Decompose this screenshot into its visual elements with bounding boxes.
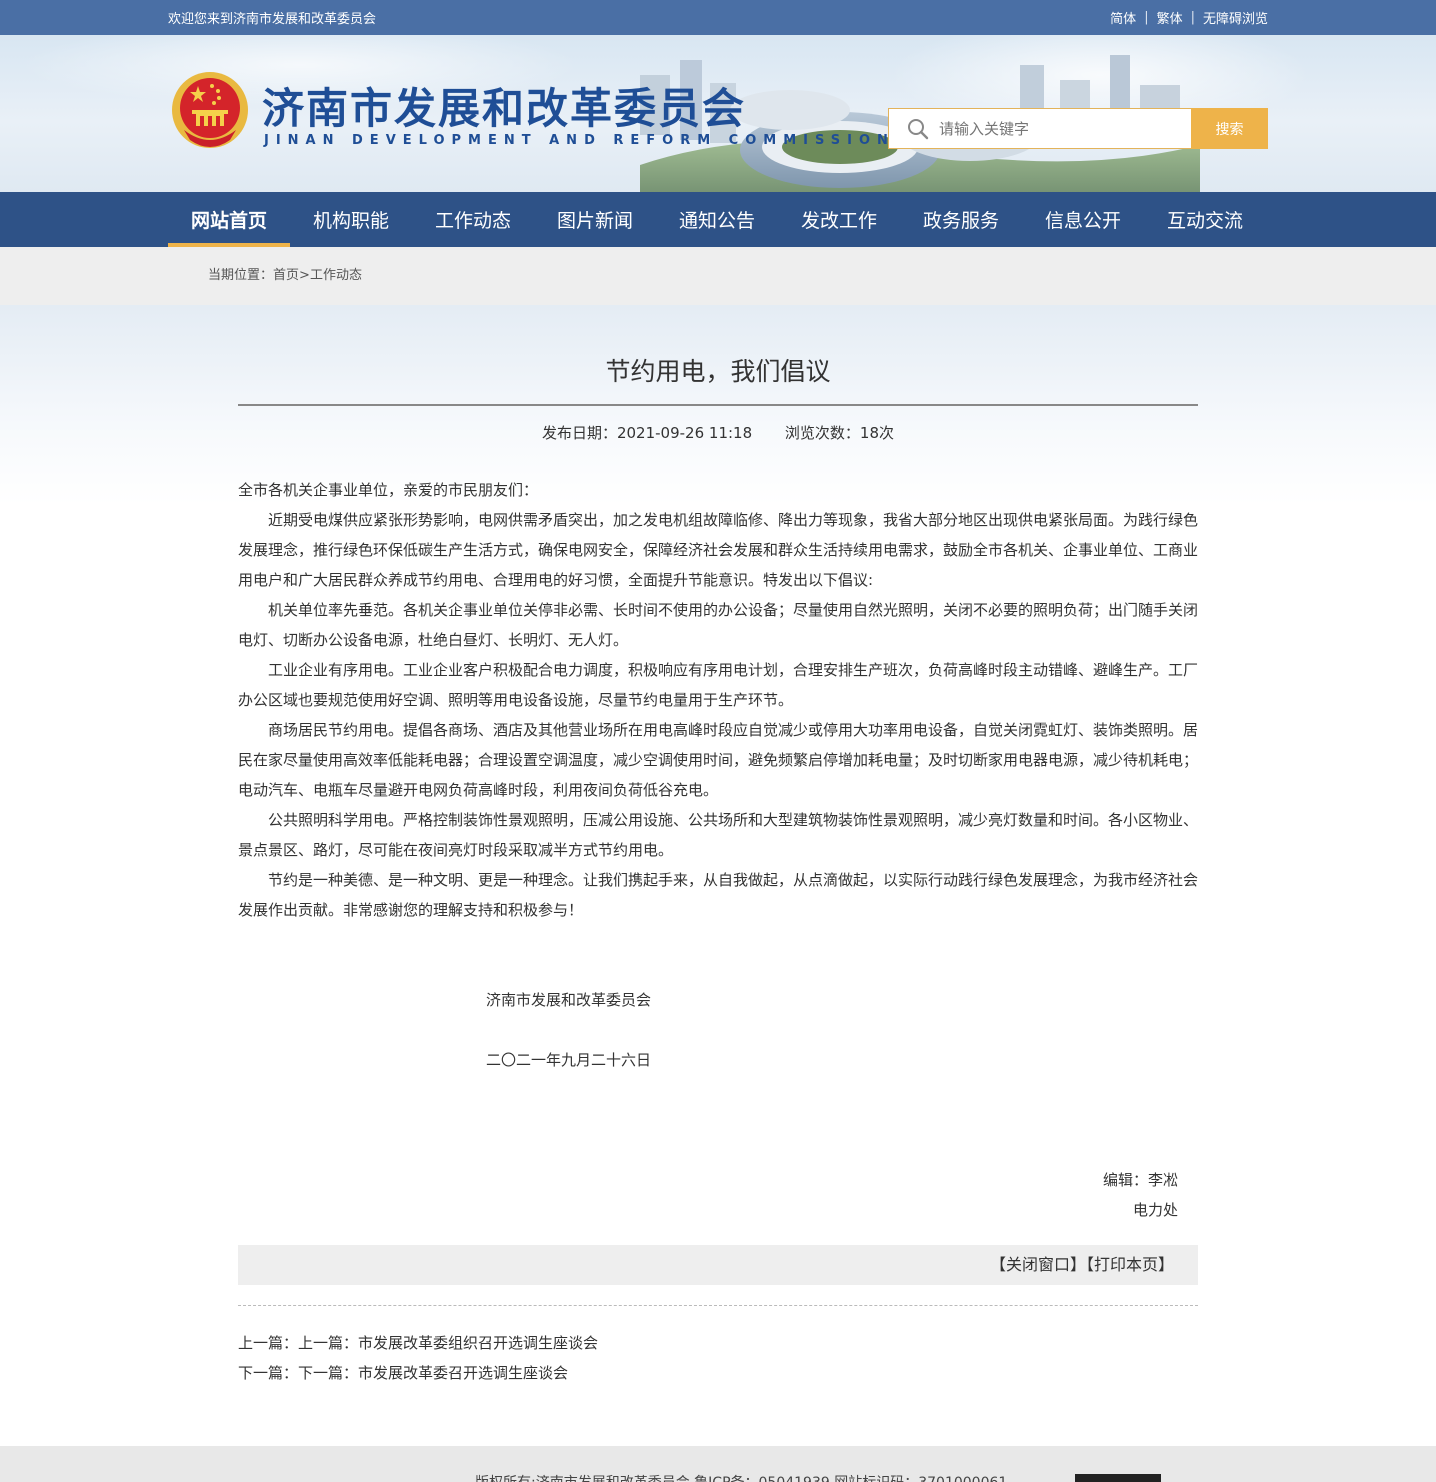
department: 电力处 <box>1132 1201 1178 1219</box>
breadcrumb-separator: > <box>299 268 310 283</box>
print-page-button[interactable]: 【打印本页】 <box>1086 1255 1174 1274</box>
gov-badge-icon <box>1075 1474 1161 1482</box>
top-links: 简体 | 繁体 | 无障碍浏览 <box>1110 8 1268 27</box>
signature-date: 二〇二一年九月二十六日 <box>486 1051 652 1069</box>
paragraph: 近期受电煤供应紧张形势影响，电网供需矛盾突出，加之发电机组故障临修、降出力等现象… <box>238 511 1199 589</box>
search-bar: 搜索 <box>888 108 1268 149</box>
next-article-link[interactable]: 下一篇：市发展改革委召开选调生座谈会 <box>298 1364 568 1382</box>
divider <box>238 1305 1198 1306</box>
nav-item-info-disclosure[interactable]: 信息公开 <box>1022 192 1144 247</box>
site-title: 济南市发展和改革委员会 <box>262 84 747 133</box>
view-count: 浏览次数：18次 <box>784 424 895 442</box>
paragraph: 工业企业有序用电。工业企业客户积极配合电力调度，积极响应有序用电计划，合理安排生… <box>238 661 1199 709</box>
breadcrumb-current-link[interactable]: 工作动态 <box>310 268 362 283</box>
nav-item-interaction[interactable]: 互动交流 <box>1144 192 1266 247</box>
traditional-chinese-link[interactable]: 繁体 <box>1157 8 1183 27</box>
editor: 编辑：李凇 <box>1102 1171 1178 1189</box>
next-article: 下一篇：下一篇：市发展改革委召开选调生座谈会 <box>238 1358 1198 1388</box>
prev-article: 上一篇：上一篇：市发展改革委组织召开选调生座谈会 <box>238 1328 1198 1358</box>
nav-item-photo-news[interactable]: 图片新闻 <box>534 192 656 247</box>
publish-date: 发布日期：2021-09-26 11:18 <box>541 424 753 442</box>
nav-item-home[interactable]: 网站首页 <box>168 192 290 247</box>
paragraph: 节约是一种美德、是一种文明、更是一种理念。让我们携起手来，从自我做起，从点滴做起… <box>238 871 1199 919</box>
accessibility-link[interactable]: 无障碍浏览 <box>1203 8 1268 27</box>
separator: | <box>1144 10 1149 25</box>
prev-next-links: 上一篇：上一篇：市发展改革委组织召开选调生座谈会 下一篇：下一篇：市发展改革委召… <box>238 1328 1198 1388</box>
national-emblem-icon <box>172 72 248 148</box>
nav-item-functions[interactable]: 机构职能 <box>290 192 412 247</box>
paragraph: 商场居民节约用电。提倡各商场、酒店及其他营业场所在用电高峰时段应自觉减少或停用大… <box>238 721 1199 799</box>
prev-label: 上一篇： <box>238 1334 299 1352</box>
search-box[interactable] <box>888 108 1191 149</box>
simplified-chinese-link[interactable]: 简体 <box>1110 8 1136 27</box>
welcome-text: 欢迎您来到济南市发展和改革委员会 <box>168 12 377 27</box>
prev-article-link[interactable]: 上一篇：市发展改革委组织召开选调生座谈会 <box>298 1334 598 1352</box>
article: 节约用电，我们倡议 发布日期：2021-09-26 11:18 浏览次数：18次… <box>238 305 1198 1388</box>
signature-org: 济南市发展和改革委员会 <box>486 991 652 1009</box>
site-subtitle: JINAN DEVELOPMENT AND REFORM COMMISSION <box>264 133 895 148</box>
header-banner: 济南市发展和改革委员会 JINAN DEVELOPMENT AND REFORM… <box>0 35 1436 192</box>
nav-item-reform-work[interactable]: 发改工作 <box>778 192 900 247</box>
article-meta: 发布日期：2021-09-26 11:18 浏览次数：18次 <box>238 422 1198 443</box>
article-body: 全市各机关企事业单位，亲爱的市民朋友们： 近期受电煤供应紧张形势影响，电网供需矛… <box>238 475 1198 925</box>
search-button[interactable]: 搜索 <box>1191 108 1268 149</box>
nav-item-gov-services[interactable]: 政务服务 <box>900 192 1022 247</box>
paragraph: 机关单位率先垂范。各机关企事业单位关停非必需、长时间不使用的办公设备；尽量使用自… <box>238 601 1199 649</box>
search-icon <box>908 118 929 139</box>
salutation: 全市各机关企事业单位，亲爱的市民朋友们： <box>238 481 539 499</box>
breadcrumb: 当期位置：首页>工作动态 <box>168 247 1268 305</box>
breadcrumb-bar: 当期位置：首页>工作动态 <box>0 247 1436 305</box>
article-tools: 【关闭窗口】【打印本页】 <box>238 1245 1198 1285</box>
breadcrumb-prefix: 当期位置： <box>208 268 274 283</box>
paragraph: 公共照明科学用电。严格控制装饰性景观照明，压减公用设施、公共场所和大型建筑物装饰… <box>238 811 1199 859</box>
nav-item-notices[interactable]: 通知公告 <box>656 192 778 247</box>
top-bar: 欢迎您来到济南市发展和改革委员会 简体 | 繁体 | 无障碍浏览 <box>0 0 1436 35</box>
search-input[interactable] <box>939 119 1159 138</box>
footer-copyright: 版权所有:济南市发展和改革委员会 鲁ICP备：05041939 网站标识码：37… <box>475 1472 1007 1482</box>
article-title: 节约用电，我们倡议 <box>238 352 1198 406</box>
close-window-button[interactable]: 【关闭窗口】 <box>990 1255 1086 1274</box>
separator: | <box>1190 10 1195 25</box>
main-nav: 网站首页 机构职能 工作动态 图片新闻 通知公告 发改工作 政务服务 信息公开 … <box>0 192 1436 247</box>
footer: 版权所有:济南市发展和改革委员会 鲁ICP备：05041939 网站标识码：37… <box>0 1446 1436 1482</box>
nav-item-work-news[interactable]: 工作动态 <box>412 192 534 247</box>
breadcrumb-home-link[interactable]: 首页 <box>273 268 299 283</box>
next-label: 下一篇： <box>238 1364 299 1382</box>
